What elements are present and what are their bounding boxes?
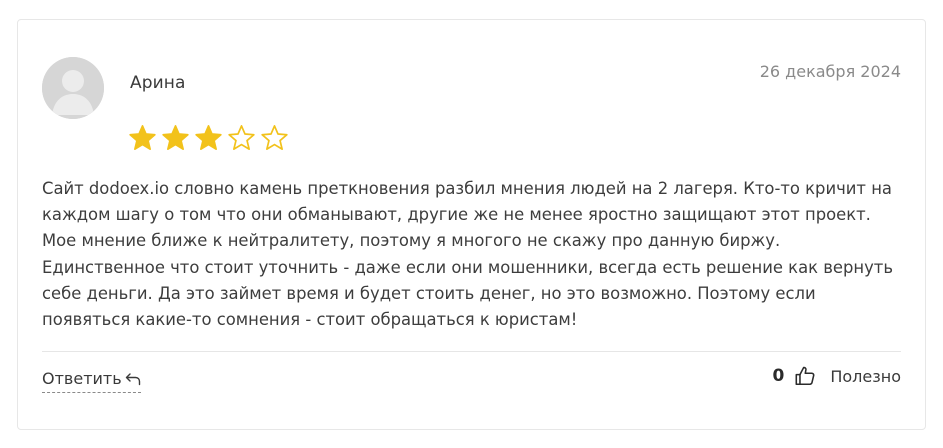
reply-arrow-icon xyxy=(125,372,140,385)
star-empty-icon xyxy=(227,124,256,153)
user-placeholder-icon xyxy=(42,57,104,119)
helpful-vote: 0 Полезно xyxy=(773,365,902,387)
likes-count: 0 xyxy=(772,366,785,386)
thumbs-up-icon xyxy=(795,366,815,386)
review-date: 26 декабря 2024 xyxy=(759,62,901,81)
author-name: Арина xyxy=(130,73,186,93)
reply-label: Ответить xyxy=(42,369,122,388)
star-empty-icon xyxy=(260,124,289,153)
review-text: Сайт dodoex.io словно камень преткновени… xyxy=(42,179,893,330)
divider xyxy=(42,351,901,352)
helpful-label: Полезно xyxy=(830,366,901,386)
star-rating xyxy=(128,124,289,153)
reply-button[interactable]: Ответить xyxy=(42,369,141,393)
star-filled-icon xyxy=(128,124,157,153)
star-filled-icon xyxy=(161,124,190,153)
star-filled-icon xyxy=(194,124,223,153)
review-card: Арина 26 декабря 2024 Сайт dodoex.io сло… xyxy=(17,19,926,430)
avatar xyxy=(42,57,104,119)
like-button[interactable] xyxy=(794,365,816,387)
